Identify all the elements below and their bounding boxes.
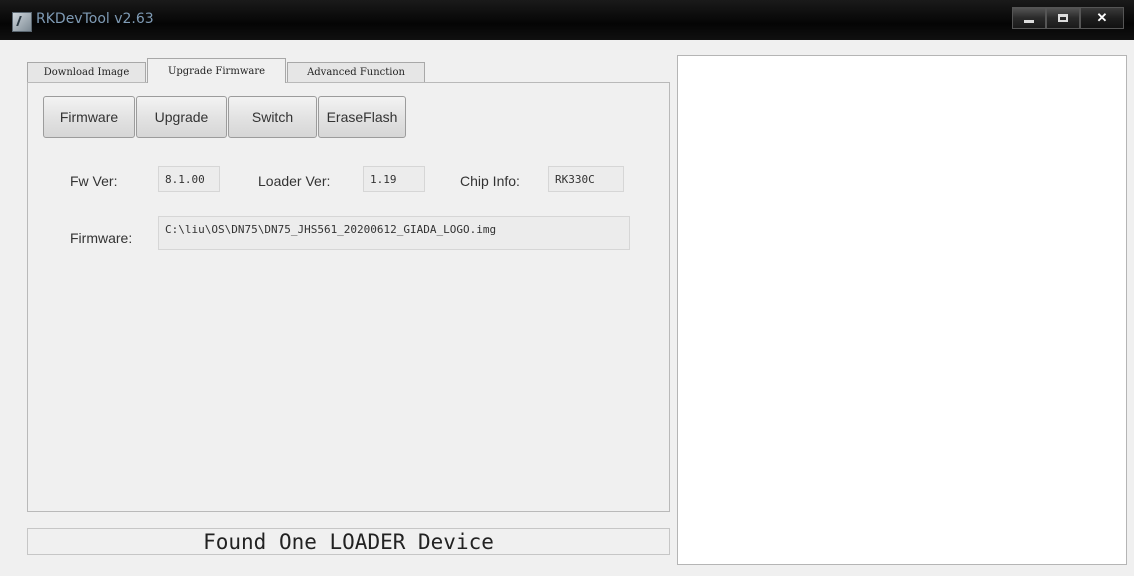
tab-download-image[interactable]: Download Image <box>27 62 146 82</box>
loader-ver-field: 1.19 <box>363 166 425 192</box>
maximize-button[interactable] <box>1046 7 1080 29</box>
tab-upgrade-firmware[interactable]: Upgrade Firmware <box>147 58 286 83</box>
upgrade-button[interactable]: Upgrade <box>136 96 227 138</box>
status-bar: Found One LOADER Device <box>27 528 670 555</box>
firmware-path-field: C:\liu\OS\DN75\DN75_JHS561_20200612_GIAD… <box>158 216 630 250</box>
upgrade-firmware-panel <box>27 82 670 512</box>
firmware-path-label: Firmware: <box>70 230 133 246</box>
log-panel <box>677 55 1127 565</box>
erase-flash-button[interactable]: EraseFlash <box>318 96 406 138</box>
window-controls: ✕ <box>1012 7 1124 29</box>
minimize-button[interactable] <box>1012 7 1046 29</box>
fw-ver-field: 8.1.00 <box>158 166 220 192</box>
switch-button[interactable]: Switch <box>228 96 317 138</box>
close-icon: ✕ <box>1096 10 1108 25</box>
close-button[interactable]: ✕ <box>1080 7 1124 29</box>
chip-info-field: RK330C <box>548 166 624 192</box>
maximize-icon <box>1058 14 1068 22</box>
app-icon <box>12 12 32 32</box>
title-bar: RKDevTool v2.63 ✕ <box>0 0 1134 40</box>
loader-ver-label: Loader Ver: <box>258 173 331 189</box>
tab-advanced-function[interactable]: Advanced Function <box>287 62 425 82</box>
chip-info-label: Chip Info: <box>460 173 520 189</box>
firmware-button[interactable]: Firmware <box>43 96 135 138</box>
minimize-icon <box>1024 19 1034 23</box>
window-title: RKDevTool v2.63 <box>36 11 154 27</box>
fw-ver-label: Fw Ver: <box>70 173 118 189</box>
